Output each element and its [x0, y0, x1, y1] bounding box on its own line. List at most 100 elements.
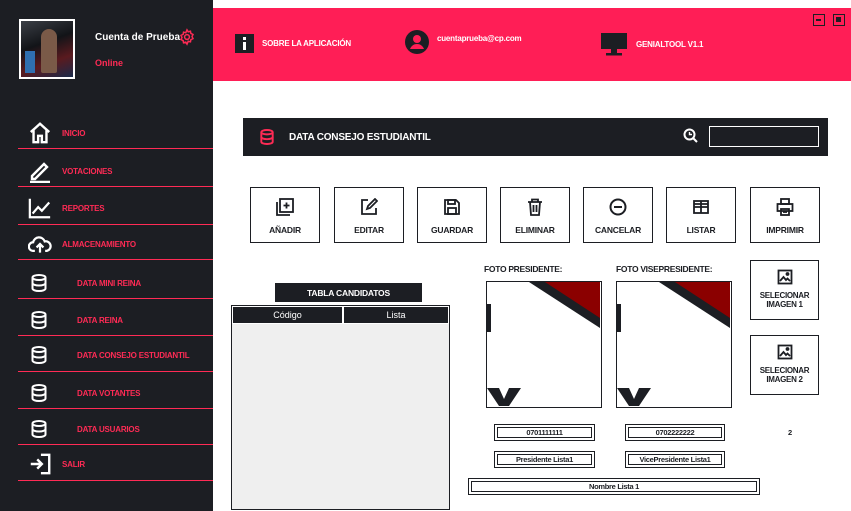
home-icon — [28, 121, 52, 145]
president-name-field[interactable]: Presidente Lista1 — [494, 451, 595, 468]
candidate-count: 2 — [788, 428, 793, 437]
button-label: ELIMINAR — [515, 225, 555, 235]
select-image-1-button[interactable]: SELECIONAR IMAGEN 1 — [750, 260, 819, 320]
minimize-icon — [816, 19, 821, 21]
button-label: IMPRIMIR — [766, 225, 804, 235]
divider — [18, 335, 213, 336]
divider — [18, 224, 213, 225]
nav-data-consejo-estudiantil[interactable]: DATA CONSEJO ESTUDIANTIL — [0, 340, 213, 370]
list-button[interactable]: LISTAR — [666, 187, 736, 243]
divider — [18, 408, 213, 409]
database-icon — [30, 384, 48, 402]
section-title-bar: DATA CONSEJO ESTUDIANTIL — [243, 118, 828, 156]
divider — [18, 148, 213, 149]
version-label: GENIALTOOL V1.1 — [636, 39, 704, 49]
president-id-value: 0701111111 — [497, 427, 592, 438]
nav-label: DATA USUARIOS — [77, 424, 140, 434]
nav-data-mini-reina[interactable]: DATA MINI REINA — [0, 268, 213, 298]
nav-data-votantes[interactable]: DATA VOTANTES — [0, 378, 213, 408]
cloud-upload-icon — [28, 232, 52, 256]
add-icon — [276, 198, 294, 216]
edit-icon — [361, 198, 378, 215]
gear-icon[interactable] — [178, 28, 196, 46]
nav-reportes[interactable]: REPORTES — [0, 193, 213, 223]
profile-name: Cuenta de Prueba — [95, 32, 181, 43]
president-id-field[interactable]: 0701111111 — [494, 424, 595, 441]
nav-data-usuarios[interactable]: DATA USUARIOS — [0, 414, 213, 444]
divider — [18, 371, 213, 372]
vice-name-value: VicePresidente Lista1 — [628, 454, 722, 465]
nav-votaciones[interactable]: VOTACIONES — [0, 156, 213, 186]
top-header: SOBRE LA APLICACIÓN cuentaprueba@cp.com … — [213, 8, 851, 81]
cancel-button[interactable]: CANCELAR — [583, 187, 653, 243]
vice-photo-label: FOTO VISEPRESIDENTE: — [616, 264, 713, 274]
print-icon — [776, 198, 794, 216]
vice-name-field[interactable]: VicePresidente Lista1 — [625, 451, 725, 468]
table-header: Código Lista — [232, 306, 449, 324]
about-label: SOBRE LA APLICACIÓN — [262, 39, 351, 48]
database-icon — [30, 274, 48, 292]
list-name-field[interactable]: Nombre Lista 1 — [468, 478, 760, 495]
search-input[interactable] — [709, 126, 819, 147]
nav-salir[interactable]: SALIR — [0, 449, 213, 479]
info-icon — [235, 34, 254, 53]
nav-label: DATA REINA — [77, 315, 123, 325]
pencil-icon — [28, 159, 52, 183]
select-image-2-button[interactable]: SELECIONAR IMAGEN 2 — [750, 335, 819, 395]
nav-label: DATA MINI REINA — [77, 278, 141, 288]
nav-label: REPORTES — [62, 203, 105, 213]
button-label: EDITAR — [354, 225, 384, 235]
image-placeholder-icon — [487, 282, 600, 406]
nav-data-reina[interactable]: DATA REINA — [0, 305, 213, 335]
chart-line-icon — [28, 196, 52, 220]
database-icon — [30, 346, 48, 364]
section-title: DATA CONSEJO ESTUDIANTIL — [289, 132, 431, 143]
select-image-1-label: SELECIONAR IMAGEN 1 — [759, 291, 810, 309]
button-label: CANCELAR — [594, 225, 642, 235]
add-button[interactable]: AÑADIR — [250, 187, 320, 243]
about-link[interactable]: SOBRE LA APLICACIÓN — [235, 34, 351, 53]
divider — [18, 259, 213, 260]
close-button[interactable] — [833, 14, 845, 26]
nav-almacenamiento[interactable]: ALMACENAMIENTO — [0, 229, 213, 259]
database-icon — [30, 420, 48, 438]
search-icon[interactable] — [683, 128, 698, 143]
save-button[interactable]: GUARDAR — [417, 187, 487, 243]
table-icon — [693, 200, 709, 214]
vice-id-value: 0702222222 — [628, 427, 722, 438]
nav-label: DATA VOTANTES — [77, 388, 141, 398]
vice-photo — [616, 281, 732, 408]
vice-id-field[interactable]: 0702222222 — [625, 424, 725, 441]
column-lista[interactable]: Lista — [343, 306, 449, 324]
cancel-icon — [609, 198, 627, 216]
logout-icon — [28, 452, 52, 476]
column-codigo[interactable]: Código — [232, 306, 343, 324]
app-version: GENIALTOOL V1.1 — [600, 32, 703, 56]
delete-button[interactable]: ELIMINAR — [500, 187, 570, 243]
nav-label: DATA CONSEJO ESTUDIANTIL — [77, 350, 190, 360]
profile-status: Online — [95, 58, 124, 68]
nav-label: SALIR — [62, 459, 86, 469]
database-icon — [30, 311, 48, 329]
divider — [18, 186, 213, 187]
select-image-2-label: SELECIONAR IMAGEN 2 — [759, 366, 810, 384]
divider — [18, 298, 213, 299]
table-title: TABLA CANDIDATOS — [275, 283, 422, 302]
minimize-button[interactable] — [813, 14, 825, 26]
user-email: cuentaprueba@cp.com — [437, 33, 522, 43]
divider — [18, 444, 213, 445]
avatar — [19, 19, 75, 79]
candidates-table[interactable]: Código Lista — [231, 305, 450, 510]
image-icon — [777, 344, 792, 360]
print-button[interactable]: IMPRIMIR — [750, 187, 820, 243]
image-placeholder-icon — [617, 282, 730, 406]
user-account[interactable]: cuentaprueba@cp.com — [405, 30, 522, 54]
profile-panel: Cuenta de Prueba Online — [0, 0, 213, 93]
image-icon — [777, 269, 792, 285]
nav-inicio[interactable]: INICIO — [0, 118, 213, 148]
trash-icon — [528, 198, 542, 216]
president-photo — [486, 281, 602, 408]
edit-button[interactable]: EDITAR — [334, 187, 404, 243]
button-label: LISTAR — [686, 225, 716, 235]
president-photo-label: FOTO PRESIDENTE: — [484, 264, 563, 274]
